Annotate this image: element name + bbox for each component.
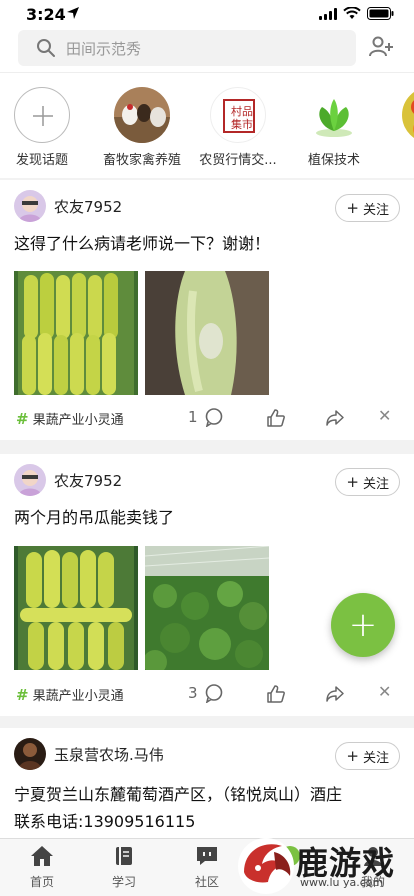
watermark-url: www.lu ya.com <box>300 876 384 889</box>
topic-discover[interactable]: 发现话题 <box>0 87 87 168</box>
follow-button[interactable]: + 关注 <box>335 468 400 496</box>
add-friend-icon[interactable] <box>368 34 394 60</box>
status-indicators <box>319 7 394 20</box>
avatar[interactable] <box>14 190 46 222</box>
location-arrow-icon <box>67 7 79 19</box>
follow-button[interactable]: + 关注 <box>335 194 400 222</box>
tab-home[interactable]: 首页 <box>7 845 77 890</box>
topic-fruit[interactable]: 果蔬 <box>385 87 414 168</box>
plus-icon: + <box>346 199 359 217</box>
follow-label: 关注 <box>362 202 389 218</box>
topic-livestock[interactable]: 畜牧家禽养殖 <box>97 87 187 168</box>
post-footer: # 果蔬产业小灵通 1 ✕ <box>0 403 414 433</box>
deer-logo-icon <box>238 838 294 894</box>
post-header: 农友7952 <box>14 464 122 496</box>
search-header: 田间示范秀 <box>0 30 414 72</box>
svg-text:村品: 村品 <box>231 104 253 118</box>
hash-icon: # <box>16 409 29 428</box>
search-placeholder: 田间示范秀 <box>66 39 142 58</box>
post-footer: # 果蔬产业小灵通 3 ✕ <box>0 679 414 709</box>
topic-carousel[interactable]: 发现话题 畜牧家禽养殖 村品 集市 农贸行情交... 植保技术 <box>0 72 414 178</box>
username[interactable]: 农友7952 <box>54 196 122 217</box>
post-text: 两个月的吊瓜能卖钱了 <box>14 508 175 527</box>
post-text: 这得了什么病请老师说一下？谢谢！ <box>14 234 271 253</box>
tab-community[interactable]: 社区 <box>172 845 242 890</box>
tag-label: 果蔬产业小灵通 <box>32 413 124 428</box>
post-image[interactable] <box>14 546 138 670</box>
chat-icon <box>197 847 217 865</box>
like-icon[interactable] <box>266 684 286 704</box>
plant-image <box>306 87 362 143</box>
tab-label: 学习 <box>111 875 136 889</box>
cellular-signal-icon <box>319 7 337 20</box>
post-header: 农友7952 <box>14 190 122 222</box>
topic-label: 农贸行情交... <box>199 153 277 168</box>
home-icon <box>31 846 53 866</box>
comment-button[interactable]: 3 <box>188 683 224 703</box>
status-bar: 3:24 <box>0 0 414 30</box>
plus-icon: + <box>346 747 359 765</box>
post-card[interactable]: 玉泉营农场.马伟 + 关注 宁夏贺兰山东麓葡萄酒产区，（铭悦岚山）酒庄 联系电话:… <box>0 728 414 838</box>
avatar[interactable] <box>14 464 46 496</box>
tag-label: 果蔬产业小灵通 <box>32 689 124 704</box>
market-seal-image: 村品 集市 <box>210 87 266 143</box>
comment-icon <box>205 408 222 427</box>
tab-label: 首页 <box>29 875 54 889</box>
topic-label: 果蔬 <box>385 149 414 168</box>
plus-icon <box>14 87 70 143</box>
livestock-image <box>114 87 170 143</box>
battery-icon <box>367 7 394 20</box>
book-icon <box>116 847 132 865</box>
post-header: 玉泉营农场.马伟 <box>14 738 164 770</box>
comment-count: 3 <box>188 684 198 702</box>
close-icon[interactable]: ✕ <box>378 406 391 425</box>
wifi-icon <box>343 7 361 19</box>
share-icon[interactable] <box>325 408 345 428</box>
follow-button[interactable]: + 关注 <box>335 742 400 770</box>
post-text: 宁夏贺兰山东麓葡萄酒产区，（铭悦岚山）酒庄 <box>14 785 343 804</box>
post-image[interactable] <box>14 271 138 395</box>
like-icon[interactable] <box>266 408 286 428</box>
comment-count: 1 <box>188 408 198 426</box>
topic-market[interactable]: 村品 集市 农贸行情交... <box>193 87 283 168</box>
post-card[interactable]: 农友7952 + 关注 两个月的吊瓜能卖钱了 # 果蔬产业小灵通 3 ✕ <box>0 454 414 716</box>
follow-label: 关注 <box>362 750 389 766</box>
post-text-contact: 联系电话:13909516115 <box>14 812 196 831</box>
fruit-image <box>402 87 414 143</box>
tab-label: 社区 <box>194 875 219 889</box>
topic-label: 畜牧家禽养殖 <box>102 153 181 168</box>
topic-label: 发现话题 <box>15 153 68 168</box>
status-time: 3:24 <box>26 5 66 24</box>
svg-text:集市: 集市 <box>231 117 253 131</box>
post-image[interactable] <box>145 271 269 395</box>
create-post-button[interactable]: + <box>331 593 395 657</box>
tab-learn[interactable]: 学习 <box>89 845 159 890</box>
topic-tag[interactable]: # 果蔬产业小灵通 <box>16 685 124 705</box>
hash-icon: # <box>16 685 29 704</box>
topic-plant-protection[interactable]: 植保技术 <box>289 87 379 168</box>
search-input[interactable]: 田间示范秀 <box>18 30 356 66</box>
post-image[interactable] <box>145 546 269 670</box>
watermark: 鹿游戏 www.lu ya.com <box>234 832 414 896</box>
share-icon[interactable] <box>325 684 345 704</box>
comment-icon <box>205 684 222 703</box>
close-icon[interactable]: ✕ <box>378 682 391 701</box>
topic-tag[interactable]: # 果蔬产业小灵通 <box>16 409 124 429</box>
comment-button[interactable]: 1 <box>188 407 224 427</box>
topic-label: 植保技术 <box>307 153 360 168</box>
fab-label: + <box>348 605 378 645</box>
plus-icon: + <box>346 473 359 491</box>
username[interactable]: 农友7952 <box>54 470 122 491</box>
follow-label: 关注 <box>362 476 389 492</box>
post-card[interactable]: 农友7952 +关注 这得了什么病请老师说一下？谢谢！ #果蔬产业小灵通 1 <box>0 180 414 440</box>
username[interactable]: 玉泉营农场.马伟 <box>54 744 164 765</box>
avatar[interactable] <box>14 738 46 770</box>
search-icon <box>37 39 55 57</box>
